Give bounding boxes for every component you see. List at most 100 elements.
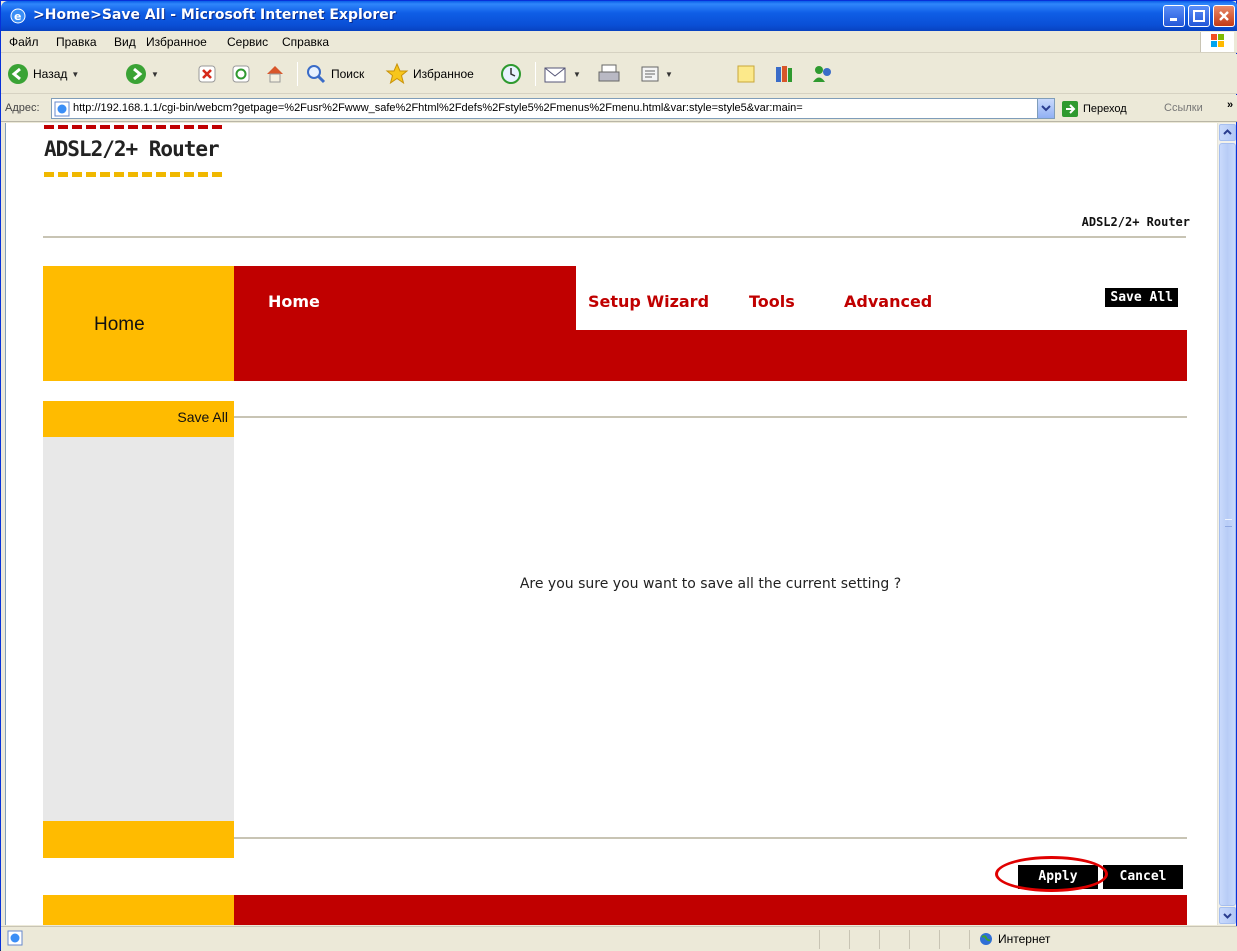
status-panel <box>879 930 909 949</box>
page-icon <box>54 101 70 117</box>
chevron-up-icon <box>1223 129 1232 135</box>
page-viewport: ADSL2/2+ Router ADSL2/2+ Router Home Hom… <box>5 123 1217 925</box>
chevron-right-icon[interactable]: » <box>1227 99 1233 111</box>
forward-arrow-icon <box>126 64 146 84</box>
section-title: Home <box>94 314 145 335</box>
close-icon <box>1219 11 1229 21</box>
menu-file[interactable]: Файл <box>9 35 39 49</box>
minimize-icon <box>1170 18 1177 21</box>
vertical-scrollbar[interactable] <box>1217 123 1236 925</box>
chevron-down-icon: ▼ <box>573 69 581 79</box>
sidebar-footer <box>43 821 234 858</box>
scroll-thumb[interactable] <box>1219 143 1236 906</box>
title-bar[interactable]: e >Home>Save All - Microsoft Internet Ex… <box>1 1 1237 31</box>
globe-icon <box>980 933 992 945</box>
minimize-button[interactable] <box>1163 5 1185 27</box>
router-logo: ADSL2/2+ Router <box>44 137 220 161</box>
mail-button[interactable]: ▼ <box>543 61 581 87</box>
search-button[interactable]: Поиск <box>305 61 364 87</box>
ie-icon: e <box>10 8 26 24</box>
home-icon <box>267 66 283 83</box>
favorites-button[interactable]: Избранное <box>385 61 474 87</box>
nav-setup-wizard[interactable]: Setup Wizard <box>588 292 709 311</box>
confirm-message: Are you sure you want to save all the cu… <box>519 576 902 592</box>
divider <box>234 416 1187 418</box>
status-panel <box>939 930 969 949</box>
windows-logo <box>1200 32 1234 52</box>
links-label[interactable]: Ссылки <box>1164 102 1203 114</box>
menu-help[interactable]: Справка <box>282 35 329 49</box>
go-button[interactable]: Переход <box>1061 99 1127 119</box>
browser-window: e >Home>Save All - Microsoft Internet Ex… <box>0 0 1237 951</box>
status-bar: Интернет <box>1 926 1237 951</box>
back-button[interactable]: Назад ▼ <box>7 61 79 87</box>
history-button[interactable] <box>499 61 523 87</box>
chevron-down-icon: ▼ <box>665 69 673 79</box>
stop-button[interactable] <box>197 61 217 87</box>
print-button[interactable] <box>597 61 621 87</box>
cancel-button[interactable]: Cancel <box>1103 865 1183 889</box>
go-label: Переход <box>1083 103 1127 115</box>
menu-edit[interactable]: Правка <box>56 35 97 49</box>
chevron-down-icon <box>1041 105 1051 112</box>
menu-bar: Файл Правка Вид Избранное Сервис Справка <box>1 31 1237 53</box>
status-panel <box>819 930 849 949</box>
separator <box>297 62 298 86</box>
nav-tools[interactable]: Tools <box>749 292 795 311</box>
go-arrow-icon <box>1062 101 1078 117</box>
messenger-button[interactable] <box>811 61 835 87</box>
favorites-label: Избранное <box>413 67 474 81</box>
address-dropdown[interactable] <box>1037 99 1054 118</box>
note-icon <box>737 65 755 83</box>
sidebar-body <box>43 437 234 821</box>
back-arrow-icon <box>8 64 28 84</box>
discuss-button[interactable] <box>735 61 757 87</box>
menu-tools[interactable]: Сервис <box>227 35 268 49</box>
history-icon <box>501 64 521 84</box>
back-label: Назад <box>33 67 68 81</box>
scroll-down-button[interactable] <box>1219 907 1236 924</box>
home-button[interactable] <box>264 61 286 87</box>
scroll-up-button[interactable] <box>1219 124 1236 141</box>
chevron-down-icon: ▼ <box>151 69 159 79</box>
forward-button[interactable]: ▼ <box>125 61 159 87</box>
sidebar-item-save-all[interactable]: Save All <box>177 409 228 425</box>
stop-icon <box>198 65 216 83</box>
menu-favorites[interactable]: Избранное <box>146 35 207 49</box>
footer-left <box>43 895 234 925</box>
chevron-down-icon <box>1223 913 1232 919</box>
divider <box>43 236 1186 238</box>
address-url: http://192.168.1.1/cgi-bin/webcm?getpage… <box>73 102 803 114</box>
status-panel <box>909 930 939 949</box>
brand-label: ADSL2/2+ Router <box>1081 215 1190 229</box>
toolbar: Назад ▼ ▼ Поиск Избранное ▼ ▼ <box>1 54 1237 94</box>
footer-bar <box>234 895 1187 925</box>
research-button[interactable] <box>773 61 795 87</box>
search-label: Поиск <box>331 67 365 81</box>
logo-yellow-dashes <box>44 172 224 177</box>
status-panel <box>849 930 879 949</box>
books-icon <box>776 66 792 82</box>
close-button[interactable] <box>1213 5 1235 27</box>
zone-label: Интернет <box>998 932 1051 946</box>
nav-advanced[interactable]: Advanced <box>844 292 932 311</box>
printer-icon <box>598 64 620 82</box>
maximize-button[interactable] <box>1188 5 1210 27</box>
refresh-button[interactable] <box>231 61 251 87</box>
edit-button[interactable]: ▼ <box>639 61 673 87</box>
nav-home[interactable]: Home <box>268 292 320 311</box>
edit-page-icon <box>641 66 659 82</box>
favorites-star-icon <box>385 62 409 85</box>
section-title-box: Home <box>43 266 234 381</box>
logo-red-dashes <box>44 125 224 129</box>
save-all-button[interactable]: Save All <box>1105 288 1178 307</box>
grip-icon <box>1225 519 1232 527</box>
ie-page-icon <box>7 930 23 946</box>
window-title: >Home>Save All - Microsoft Internet Expl… <box>33 7 396 23</box>
menu-view[interactable]: Вид <box>114 35 136 49</box>
messenger-icon <box>813 66 831 82</box>
address-input[interactable]: http://192.168.1.1/cgi-bin/webcm?getpage… <box>51 98 1055 119</box>
main-nav: Home Setup Wizard Tools Advanced Save Al… <box>234 266 1187 381</box>
mail-icon <box>544 67 566 83</box>
search-icon <box>307 65 326 84</box>
